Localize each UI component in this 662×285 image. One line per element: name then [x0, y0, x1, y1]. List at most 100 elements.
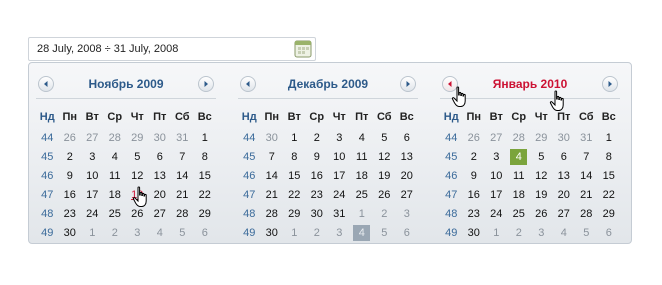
- day-cell[interactable]: 20: [396, 166, 419, 185]
- next-month-button[interactable]: [602, 76, 618, 92]
- day-cell[interactable]: 3: [81, 147, 104, 166]
- prev-month-button[interactable]: [240, 76, 256, 92]
- day-cell[interactable]: 4: [351, 128, 374, 147]
- day-cell[interactable]: 17: [328, 166, 351, 185]
- day-cell[interactable]: 28: [575, 204, 598, 223]
- day-cell[interactable]: 26: [530, 204, 553, 223]
- day-cell[interactable]: 24: [485, 204, 508, 223]
- day-cell[interactable]: 23: [463, 204, 486, 223]
- day-cell[interactable]: 12: [373, 147, 396, 166]
- calendar-button[interactable]: [294, 40, 312, 58]
- day-cell[interactable]: 24: [328, 185, 351, 204]
- day-cell[interactable]: 17: [485, 185, 508, 204]
- day-cell[interactable]: 1: [351, 204, 374, 223]
- day-cell-selected[interactable]: 4: [508, 147, 531, 166]
- day-cell[interactable]: 28: [104, 128, 127, 147]
- day-cell[interactable]: 22: [283, 185, 306, 204]
- day-cell[interactable]: 30: [553, 128, 576, 147]
- day-cell[interactable]: 30: [261, 223, 284, 242]
- day-cell[interactable]: 1: [81, 223, 104, 242]
- day-cell[interactable]: 15: [194, 166, 217, 185]
- day-cell[interactable]: 2: [59, 147, 82, 166]
- day-cell[interactable]: 5: [171, 223, 194, 242]
- day-cell[interactable]: 8: [598, 147, 621, 166]
- day-cell[interactable]: 13: [553, 166, 576, 185]
- day-cell[interactable]: 13: [149, 166, 172, 185]
- day-cell[interactable]: 31: [575, 128, 598, 147]
- day-cell[interactable]: 31: [328, 204, 351, 223]
- day-cell[interactable]: 6: [396, 223, 419, 242]
- day-cell[interactable]: 3: [328, 128, 351, 147]
- day-cell[interactable]: 24: [81, 204, 104, 223]
- day-cell[interactable]: 25: [104, 204, 127, 223]
- day-cell[interactable]: 1: [598, 128, 621, 147]
- date-range-field[interactable]: [28, 37, 316, 61]
- day-cell[interactable]: 21: [171, 185, 194, 204]
- day-cell[interactable]: 4: [104, 147, 127, 166]
- day-cell[interactable]: 10: [328, 147, 351, 166]
- day-cell[interactable]: 8: [283, 147, 306, 166]
- day-cell[interactable]: 15: [283, 166, 306, 185]
- day-cell[interactable]: 30: [149, 128, 172, 147]
- date-range-input[interactable]: [29, 38, 285, 60]
- day-cell[interactable]: 17: [81, 185, 104, 204]
- day-cell[interactable]: 15: [598, 166, 621, 185]
- day-cell[interactable]: 8: [194, 147, 217, 166]
- next-month-button[interactable]: [400, 76, 416, 92]
- day-cell[interactable]: 12: [126, 166, 149, 185]
- day-cell[interactable]: 2: [306, 223, 329, 242]
- day-cell[interactable]: 3: [396, 204, 419, 223]
- day-cell[interactable]: 3: [328, 223, 351, 242]
- day-cell[interactable]: 23: [59, 204, 82, 223]
- day-cell[interactable]: 4: [149, 223, 172, 242]
- day-cell[interactable]: 28: [261, 204, 284, 223]
- prev-month-button[interactable]: [38, 76, 54, 92]
- day-cell[interactable]: 29: [283, 204, 306, 223]
- day-cell[interactable]: 20: [149, 185, 172, 204]
- day-cell[interactable]: 9: [306, 147, 329, 166]
- day-cell[interactable]: 18: [104, 185, 127, 204]
- day-cell[interactable]: 5: [373, 128, 396, 147]
- day-cell[interactable]: 12: [530, 166, 553, 185]
- day-cell[interactable]: 29: [530, 128, 553, 147]
- day-cell[interactable]: 25: [351, 185, 374, 204]
- day-cell[interactable]: 19: [373, 166, 396, 185]
- day-cell[interactable]: 5: [530, 147, 553, 166]
- day-cell[interactable]: 5: [373, 223, 396, 242]
- day-cell[interactable]: 21: [261, 185, 284, 204]
- day-cell[interactable]: 30: [306, 204, 329, 223]
- next-month-button[interactable]: [198, 76, 214, 92]
- day-cell[interactable]: 14: [575, 166, 598, 185]
- day-cell[interactable]: 11: [508, 166, 531, 185]
- day-cell[interactable]: 28: [508, 128, 531, 147]
- day-cell[interactable]: 2: [463, 147, 486, 166]
- day-cell[interactable]: 22: [194, 185, 217, 204]
- day-cell[interactable]: 27: [81, 128, 104, 147]
- day-cell[interactable]: 6: [194, 223, 217, 242]
- day-cell[interactable]: 11: [104, 166, 127, 185]
- day-cell[interactable]: 27: [553, 204, 576, 223]
- day-cell[interactable]: 27: [485, 128, 508, 147]
- day-cell[interactable]: 18: [508, 185, 531, 204]
- day-cell[interactable]: 6: [396, 128, 419, 147]
- day-cell[interactable]: 29: [126, 128, 149, 147]
- day-cell[interactable]: 10: [485, 166, 508, 185]
- day-cell[interactable]: 16: [59, 185, 82, 204]
- day-cell[interactable]: 2: [104, 223, 127, 242]
- day-cell[interactable]: 4: [553, 223, 576, 242]
- day-cell[interactable]: 6: [598, 223, 621, 242]
- day-cell[interactable]: 14: [171, 166, 194, 185]
- day-cell[interactable]: 5: [575, 223, 598, 242]
- day-cell[interactable]: 27: [149, 204, 172, 223]
- day-cell[interactable]: 19: [530, 185, 553, 204]
- day-cell[interactable]: 31: [171, 128, 194, 147]
- day-cell[interactable]: 2: [508, 223, 531, 242]
- day-cell[interactable]: 6: [149, 147, 172, 166]
- day-cell[interactable]: 3: [126, 223, 149, 242]
- day-cell[interactable]: 14: [261, 166, 284, 185]
- day-cell[interactable]: 7: [575, 147, 598, 166]
- day-cell[interactable]: 16: [306, 166, 329, 185]
- day-cell-selected[interactable]: 4: [351, 223, 374, 242]
- day-cell[interactable]: 1: [283, 223, 306, 242]
- day-cell[interactable]: 26: [59, 128, 82, 147]
